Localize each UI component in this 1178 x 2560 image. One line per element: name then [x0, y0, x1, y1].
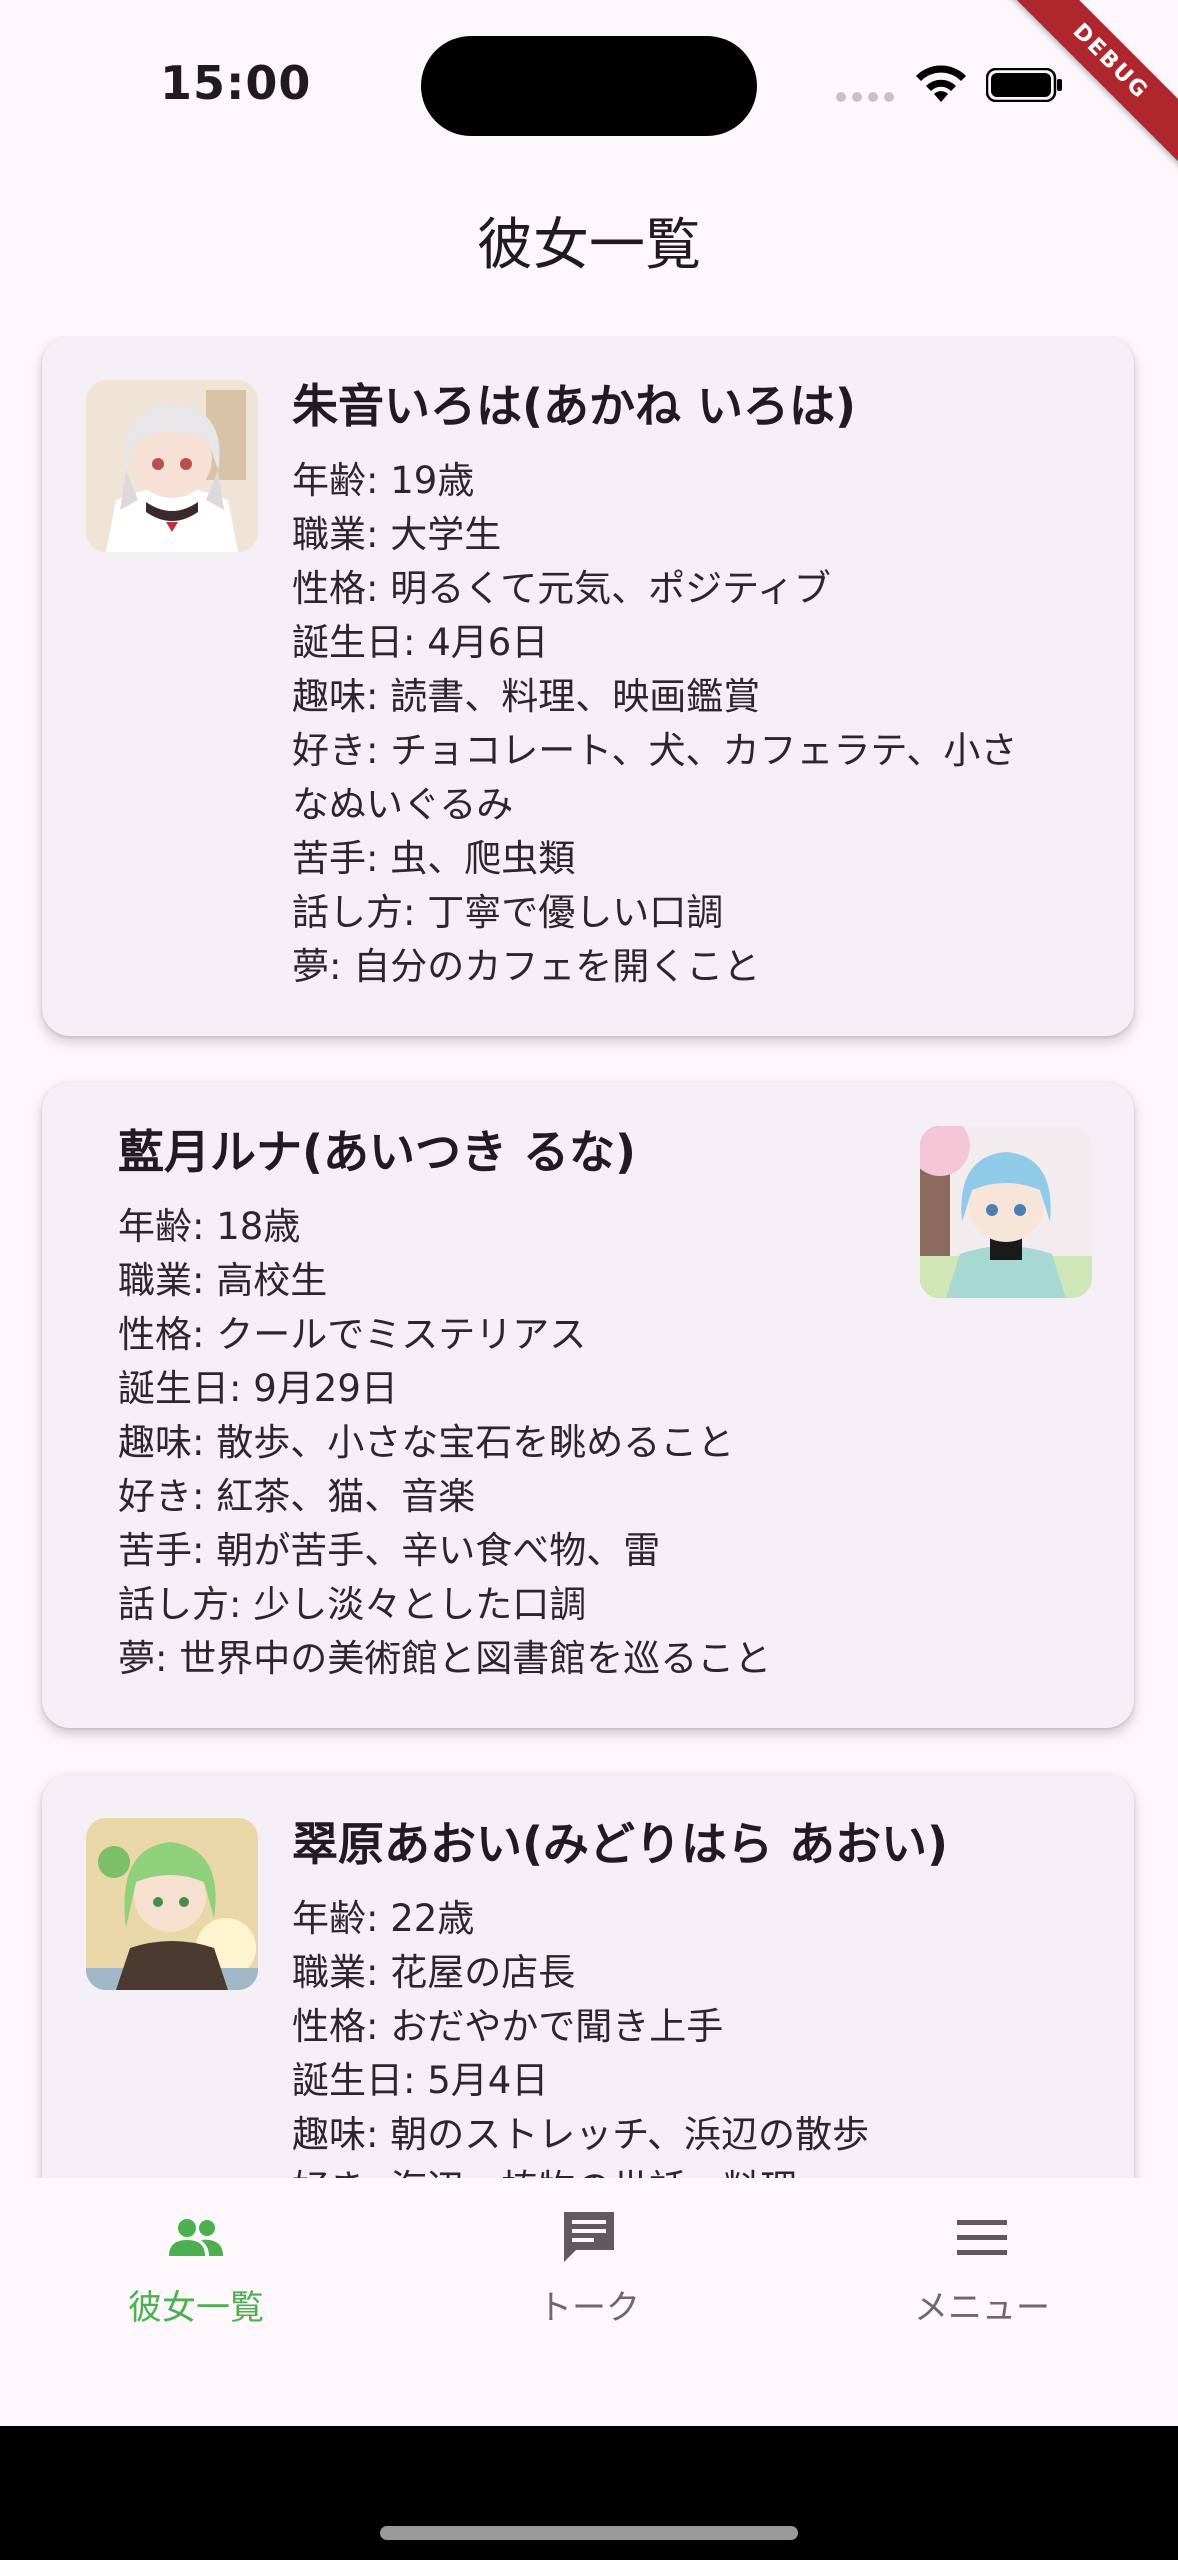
- system-gesture-area: [0, 2426, 1178, 2560]
- character-card[interactable]: 藍月ルナ(あいつき るな) 年齢: 18歳 職業: 高校生 性格: クールでミス…: [42, 1082, 1134, 1728]
- status-time: 15:00: [160, 56, 312, 110]
- character-info: 朱音いろは(あかね いろは) 年齢: 19歳 職業: 大学生 性格: 明るくて元…: [292, 376, 1017, 994]
- detail-personality: 性格: 明るくて元気、ポジティブ: [292, 567, 831, 610]
- bottom-navigation-bar: 彼女一覧 トーク メニュー: [0, 2178, 1178, 2426]
- nav-label: 彼女一覧: [128, 2288, 264, 2328]
- menu-icon: [957, 2220, 1007, 2255]
- character-name: 藍月ルナ(あいつき るな): [118, 1125, 637, 1179]
- detail-occupation: 職業: 高校生: [118, 1259, 328, 1302]
- detail-occupation: 職業: 大学生: [292, 513, 502, 556]
- chat-icon: [564, 2212, 614, 2262]
- detail-dislikes: 苦手: 朝が苦手、辛い食べ物、雷: [118, 1529, 661, 1572]
- detail-personality: 性格: おだやかで聞き上手: [292, 2005, 724, 2048]
- character-card[interactable]: 翠原あおい(みどりはら あおい) 年齢: 22歳 職業: 花屋の店長 性格: お…: [42, 1774, 1134, 2178]
- detail-dream: 夢: 世界中の美術館と図書館を巡ること: [118, 1637, 772, 1680]
- character-name: 朱音いろは(あかね いろは): [292, 379, 857, 433]
- nav-item-girlfriend-list[interactable]: 彼女一覧: [66, 2206, 326, 2329]
- character-info: 翠原あおい(みどりはら あおい) 年齢: 22歳 職業: 花屋の店長 性格: お…: [292, 1814, 948, 2178]
- detail-hobby: 趣味: 読書、料理、映画鑑賞: [292, 675, 761, 718]
- detail-birthday: 誕生日: 4月6日: [292, 621, 549, 664]
- detail-likes-continued: なぬいぐるみ: [292, 783, 514, 826]
- character-name: 翠原あおい(みどりはら あおい): [292, 1817, 949, 1871]
- cellular-signal-icon: [836, 92, 894, 102]
- detail-age: 年齢: 18歳: [118, 1205, 301, 1248]
- detail-birthday: 誕生日: 9月29日: [118, 1367, 398, 1410]
- nav-item-menu[interactable]: メニュー: [852, 2206, 1112, 2329]
- detail-birthday: 誕生日: 5月4日: [292, 2059, 549, 2102]
- wifi-icon: [916, 65, 966, 102]
- character-list[interactable]: 朱音いろは(あかね いろは) 年齢: 19歳 職業: 大学生 性格: 明るくて元…: [0, 336, 1178, 2178]
- nav-item-talk[interactable]: トーク: [459, 2206, 719, 2329]
- detail-personality: 性格: クールでミステリアス: [118, 1313, 587, 1356]
- detail-age: 年齢: 19歳: [292, 459, 475, 502]
- detail-age: 年齢: 22歳: [292, 1897, 475, 1940]
- detail-dream: 夢: 自分のカフェを開くこと: [292, 945, 761, 988]
- character-card[interactable]: 朱音いろは(あかね いろは) 年齢: 19歳 職業: 大学生 性格: 明るくて元…: [42, 336, 1134, 1036]
- detail-hobby: 趣味: 朝のストレッチ、浜辺の散歩: [292, 2113, 870, 2156]
- dynamic-island: [421, 36, 757, 136]
- nav-label: メニュー: [914, 2288, 1050, 2328]
- detail-likes: 好き: 海辺、植物の世話、料理: [292, 2162, 948, 2178]
- page-title: 彼女一覧: [477, 213, 701, 278]
- character-avatar: [920, 1126, 1092, 1298]
- detail-dislikes: 苦手: 虫、爬虫類: [292, 837, 576, 880]
- detail-speech: 話し方: 丁寧で優しい口調: [292, 891, 724, 934]
- character-avatar: [86, 380, 258, 552]
- character-avatar: [86, 1818, 258, 1990]
- people-icon: [169, 2219, 223, 2256]
- nav-label: トーク: [538, 2288, 640, 2328]
- detail-speech: 話し方: 少し淡々とした口調: [118, 1583, 587, 1626]
- character-info: 藍月ルナ(あいつき るな) 年齢: 18歳 職業: 高校生 性格: クールでミス…: [118, 1122, 771, 1686]
- detail-likes: 好き: チョコレート、犬、カフェラテ、小さ: [292, 729, 1018, 772]
- battery-icon: [986, 68, 1062, 102]
- detail-hobby: 趣味: 散歩、小さな宝石を眺めること: [118, 1421, 735, 1464]
- home-indicator[interactable]: [380, 2526, 798, 2540]
- detail-occupation: 職業: 花屋の店長: [292, 1951, 576, 1994]
- status-bar: 15:00 DEBUG: [0, 0, 1178, 170]
- detail-likes: 好き: 紅茶、猫、音楽: [118, 1475, 476, 1518]
